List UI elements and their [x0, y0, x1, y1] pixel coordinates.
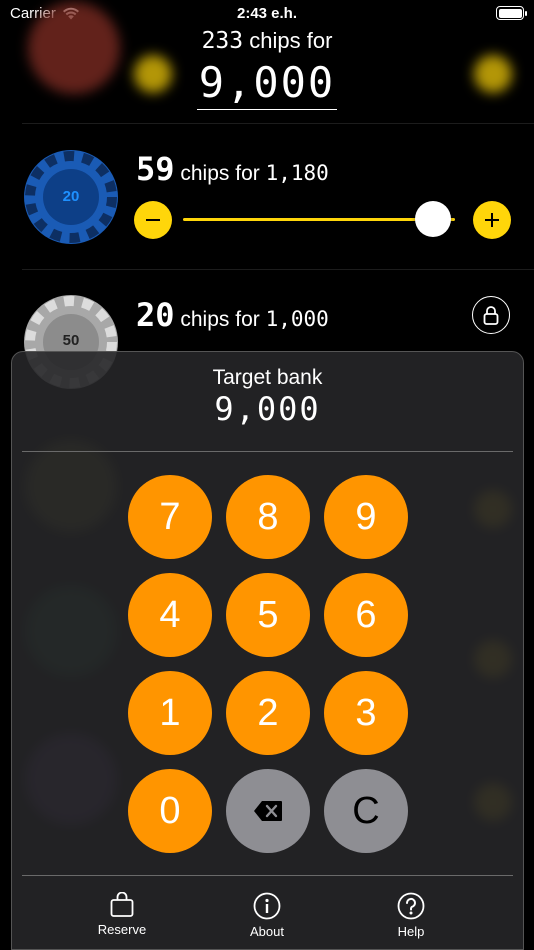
bank-summary-line: 233 chips for: [0, 28, 534, 54]
increment-button[interactable]: [473, 201, 511, 239]
key-6[interactable]: 6: [324, 573, 408, 657]
tab-about-label: About: [250, 924, 284, 939]
slider-thumb[interactable]: [415, 201, 452, 237]
chips-for-label: chips for: [180, 308, 260, 331]
total-chip-count: 233: [201, 28, 244, 54]
chip-denomination: 50: [62, 332, 80, 349]
key-2[interactable]: 2: [226, 671, 310, 755]
key-8[interactable]: 8: [226, 475, 310, 559]
key-3[interactable]: 3: [324, 671, 408, 755]
chip-denomination: 20: [62, 188, 80, 205]
tab-help[interactable]: Help: [371, 892, 451, 939]
key-7[interactable]: 7: [128, 475, 212, 559]
clear-button[interactable]: C: [324, 769, 408, 853]
chip-slider[interactable]: [183, 218, 455, 221]
plus-icon: [485, 213, 499, 227]
tab-about[interactable]: About: [227, 892, 307, 939]
key-1[interactable]: 1: [128, 671, 212, 755]
bank-total[interactable]: 9,000: [196, 58, 338, 110]
target-bank-keypad: Target bank 9,000 7 8 9 4 5 6 1 2 3 0 C …: [11, 351, 524, 950]
bank-summary: 233 chips for 9,000: [0, 28, 534, 110]
delete-backward-icon: [254, 801, 282, 821]
row-divider: [22, 269, 534, 270]
chip-row-summary: 20 chips for 1,000: [136, 296, 329, 334]
keypad-value: 9,000: [214, 390, 321, 428]
lock-button[interactable]: [472, 296, 510, 334]
chip-amount: 1,000: [265, 307, 329, 331]
key-5[interactable]: 5: [226, 573, 310, 657]
key-0[interactable]: 0: [128, 769, 212, 853]
question-icon: [397, 892, 425, 920]
info-icon: [253, 892, 281, 920]
bag-icon: [110, 892, 134, 917]
chip-count: 20: [136, 296, 175, 334]
tabbar-divider: [22, 875, 513, 876]
key-4[interactable]: 4: [128, 573, 212, 657]
chip-amount: 1,180: [265, 161, 329, 185]
minus-icon: [146, 219, 160, 221]
backspace-button[interactable]: [226, 769, 310, 853]
key-9[interactable]: 9: [324, 475, 408, 559]
chips-for-label: chips for: [180, 162, 260, 185]
tab-reserve-label: Reserve: [97, 922, 147, 937]
lock-icon: [483, 306, 499, 325]
chips-for-label: chips for: [249, 28, 333, 53]
chip-row-summary: 59 chips for 1,180: [136, 150, 329, 188]
keypad-divider: [22, 451, 513, 452]
battery-icon: [496, 6, 527, 20]
chip-count: 59: [136, 150, 175, 188]
tab-help-label: Help: [397, 924, 425, 939]
row-divider: [22, 123, 534, 124]
tab-reserve[interactable]: Reserve: [82, 892, 162, 937]
decrement-button[interactable]: [134, 201, 172, 239]
keypad-title: Target bank: [212, 366, 323, 389]
